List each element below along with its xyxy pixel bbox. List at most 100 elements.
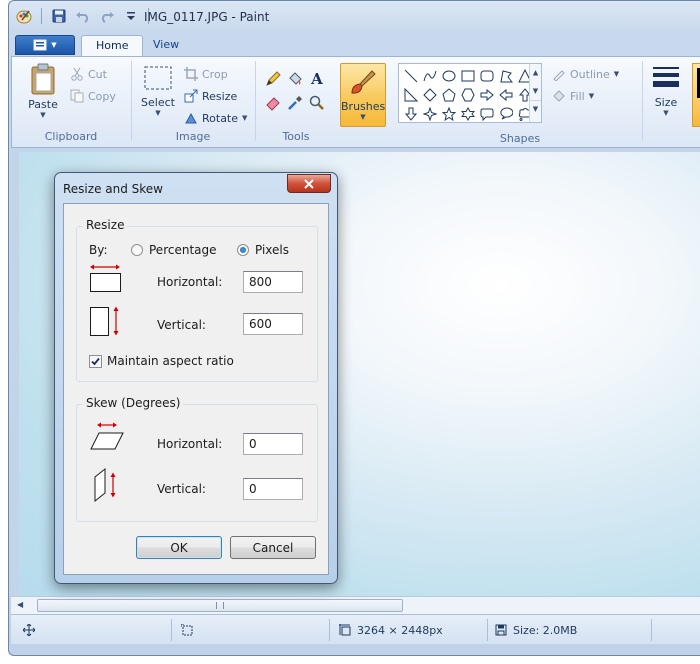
dialog-title: Resize and Skew — [63, 182, 163, 196]
horizontal-scrollbar[interactable]: ◀ — [11, 596, 700, 614]
scroll-left-icon[interactable]: ◀ — [17, 600, 23, 609]
copy-button[interactable]: Copy — [70, 87, 116, 105]
resize-vertical-label: Vertical: — [157, 318, 206, 332]
status-divider — [487, 619, 488, 641]
cursor-position-icon — [23, 624, 35, 636]
status-divider — [171, 619, 172, 641]
maintain-aspect-ratio-checkbox[interactable] — [89, 355, 102, 368]
resize-vertical-input[interactable]: 600 — [243, 313, 303, 335]
redo-icon[interactable] — [98, 7, 116, 25]
polygon-shape-icon[interactable] — [496, 66, 515, 85]
resize-button[interactable]: Resize — [184, 87, 237, 105]
four-point-star-icon[interactable] — [420, 104, 439, 123]
close-button[interactable] — [287, 174, 331, 193]
paint-app-icon[interactable] — [15, 7, 33, 25]
brushes-button[interactable]: Brushes ▼ — [340, 63, 386, 127]
expand-gallery-icon[interactable]: ▼ — [530, 100, 541, 117]
fill-bucket-icon[interactable] — [284, 67, 306, 91]
pencil-icon[interactable] — [262, 67, 284, 91]
five-point-star-icon[interactable] — [439, 104, 458, 123]
right-arrow-shape-icon[interactable] — [477, 85, 496, 104]
window-title: IMG_0117.JPG - Paint — [144, 10, 270, 24]
image-dimensions-segment: 3264 × 2448px — [339, 615, 443, 645]
maintain-aspect-ratio-label[interactable]: Maintain aspect ratio — [107, 354, 234, 368]
curve-shape-icon[interactable] — [420, 66, 439, 85]
outline-label: Outline — [570, 67, 610, 81]
crop-button[interactable]: Crop — [184, 65, 228, 83]
shapes-gallery: ▼ ▼ ▼ — [398, 63, 542, 123]
cancel-button[interactable]: Cancel — [230, 536, 316, 559]
scroll-down-icon[interactable]: ▼ — [530, 82, 541, 100]
diamond-shape-icon[interactable] — [420, 85, 439, 104]
color1-button[interactable] — [692, 63, 700, 127]
brushes-label: Brushes — [341, 100, 386, 113]
chevron-down-icon: ▼ — [613, 70, 620, 78]
fill-label: Fill — [570, 89, 585, 103]
eraser-icon[interactable] — [262, 91, 284, 115]
tab-home[interactable]: Home — [81, 35, 144, 57]
group-separator — [131, 61, 132, 141]
paint-menu-button[interactable]: ▼ — [15, 35, 75, 55]
magnifier-icon[interactable] — [306, 91, 328, 115]
resize-horizontal-input[interactable]: 800 — [243, 271, 303, 293]
vertical-skew-icon — [94, 467, 116, 503]
vertical-resize-icon — [90, 306, 119, 336]
hexagon-shape-icon[interactable] — [458, 85, 477, 104]
cut-label: Cut — [88, 67, 107, 81]
scrollbar-thumb[interactable] — [37, 599, 403, 612]
skew-vertical-input[interactable]: 0 — [243, 478, 303, 500]
fill-button[interactable]: Fill ▼ — [552, 87, 594, 105]
rotate-icon — [185, 112, 197, 124]
rectangle-shape-icon[interactable] — [458, 66, 477, 85]
image-dimensions: 3264 × 2448px — [357, 623, 443, 637]
rotate-label: Rotate — [202, 111, 239, 125]
image-dimensions-icon — [339, 624, 351, 636]
percentage-radio[interactable] — [131, 244, 143, 256]
down-arrow-shape-icon[interactable] — [401, 104, 420, 123]
chevron-down-icon: ▼ — [663, 109, 669, 117]
cut-button[interactable]: Cut — [70, 65, 107, 83]
grip-icon — [216, 602, 224, 609]
selection-size-segment — [181, 615, 193, 645]
save-icon[interactable] — [50, 7, 68, 25]
right-triangle-shape-icon[interactable] — [401, 85, 420, 104]
color-picker-icon[interactable] — [284, 91, 306, 115]
oval-callout-icon[interactable] — [496, 104, 515, 123]
ok-button[interactable]: OK — [136, 536, 222, 559]
oval-shape-icon[interactable] — [439, 66, 458, 85]
quick-access-toolbar — [15, 7, 151, 25]
paste-button[interactable]: Paste ▼ — [22, 63, 64, 119]
crop-icon — [184, 67, 198, 81]
select-button[interactable]: Select ▼ — [138, 65, 178, 117]
resize-fieldset: Resize By: Percentage Pixels Horizontal:… — [76, 218, 318, 382]
six-point-star-icon[interactable] — [458, 104, 477, 123]
size-label: Size — [654, 96, 678, 109]
size-button[interactable]: Size ▼ — [646, 63, 686, 117]
chevron-down-icon: ▼ — [155, 109, 161, 117]
left-arrow-shape-icon[interactable] — [496, 85, 515, 104]
by-label: By: — [89, 243, 108, 257]
cursor-position-segment — [23, 615, 35, 645]
tab-view[interactable]: View — [139, 35, 193, 57]
crop-label: Crop — [202, 67, 228, 81]
rounded-callout-icon[interactable] — [477, 104, 496, 123]
outline-button[interactable]: Outline ▼ — [552, 65, 619, 83]
tools-group-label: Tools — [282, 130, 310, 143]
text-tool-icon[interactable]: A — [306, 67, 328, 91]
rotate-button[interactable]: Rotate ▼ — [184, 109, 247, 127]
customize-qat-icon[interactable] — [122, 7, 140, 25]
rounded-rectangle-shape-icon[interactable] — [477, 66, 496, 85]
scroll-up-icon[interactable]: ▼ — [530, 64, 541, 82]
skew-horizontal-input[interactable]: 0 — [243, 433, 303, 455]
percentage-label[interactable]: Percentage — [149, 243, 217, 257]
pixels-label[interactable]: Pixels — [255, 243, 289, 257]
undo-icon[interactable] — [74, 7, 92, 25]
brush-icon — [351, 70, 376, 94]
close-icon — [304, 178, 314, 189]
pentagon-shape-icon[interactable] — [439, 85, 458, 104]
shapes-scrollbar[interactable]: ▼ ▼ ▼ — [529, 64, 541, 122]
status-divider — [651, 619, 652, 641]
pixels-radio[interactable] — [237, 244, 249, 256]
resize-legend: Resize — [83, 218, 128, 232]
line-shape-icon[interactable] — [401, 66, 420, 85]
